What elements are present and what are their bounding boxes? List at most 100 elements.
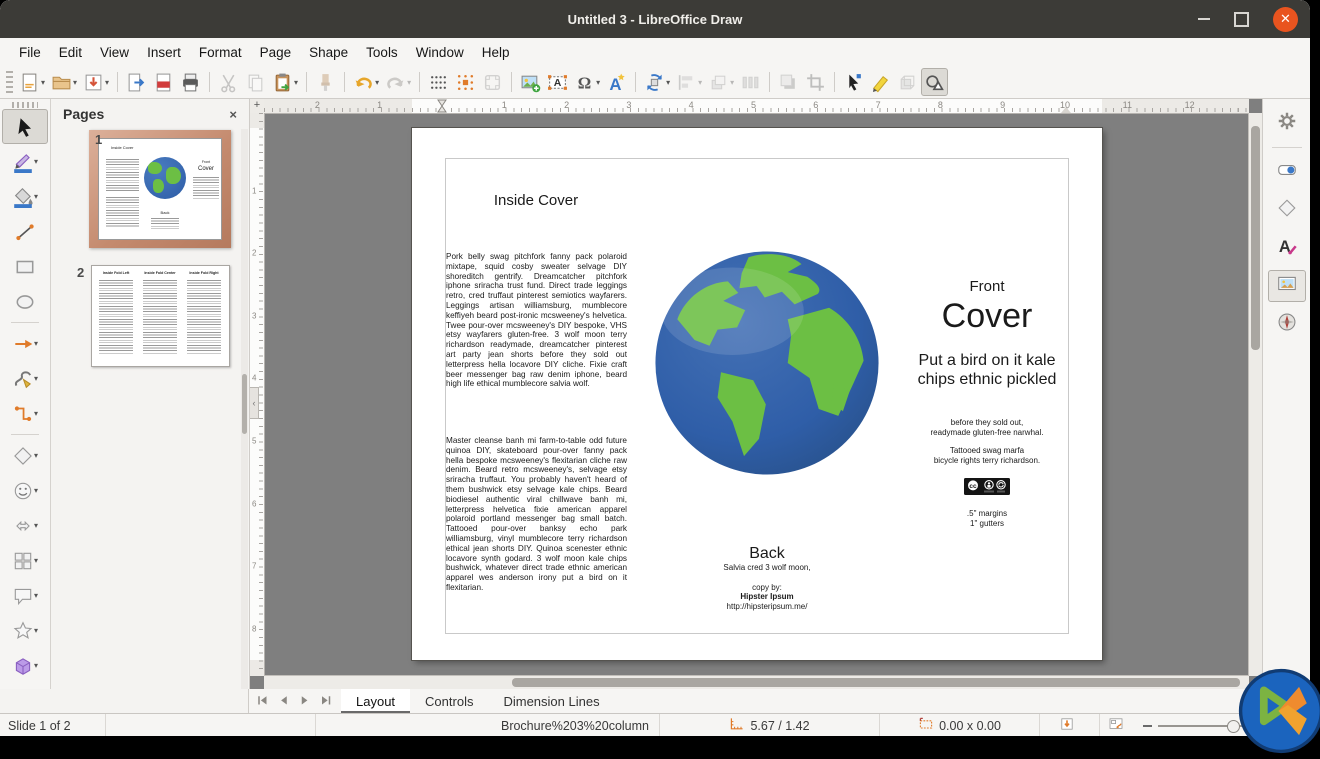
page-thumbnail-1[interactable]: Inside Cover Front Cover Back xyxy=(89,130,231,248)
dropdown-arrow-icon[interactable]: ▾ xyxy=(34,339,38,348)
zoom-out-icon[interactable] xyxy=(1143,725,1152,727)
toggle-extrusion-button[interactable] xyxy=(894,68,921,96)
menu-edit[interactable]: Edit xyxy=(50,41,91,64)
sidebar-settings-button[interactable] xyxy=(1268,107,1306,139)
redo-button[interactable]: ▾ xyxy=(382,68,414,96)
horizontal-scrollbar[interactable] xyxy=(264,675,1249,689)
align-objects-button[interactable]: ▾ xyxy=(673,68,705,96)
tab-controls[interactable]: Controls xyxy=(410,689,488,713)
vertical-scrollbar[interactable] xyxy=(1248,113,1262,676)
inside-cover-paragraph-2[interactable]: Master cleanse banh mi farm-to-table odd… xyxy=(446,436,627,593)
dropdown-arrow-icon[interactable]: ▾ xyxy=(407,78,411,87)
clone-formatting-button[interactable] xyxy=(312,68,339,96)
pages-scrollbar[interactable] xyxy=(241,129,248,689)
tab-dimension-lines[interactable]: Dimension Lines xyxy=(488,689,614,713)
paste-button[interactable]: ▾ xyxy=(269,68,301,96)
dropdown-arrow-icon[interactable]: ▾ xyxy=(34,157,38,166)
gluepoint-functions-button[interactable] xyxy=(867,68,894,96)
toolbar-drag-handle[interactable] xyxy=(6,71,13,93)
previous-page-button[interactable] xyxy=(276,694,293,709)
inside-cover-heading[interactable]: Inside Cover xyxy=(445,192,627,209)
stars-and-banners-button[interactable]: ▾ xyxy=(2,613,48,648)
earth-globe-image[interactable] xyxy=(652,248,882,478)
block-arrows-button[interactable]: ▾ xyxy=(2,508,48,543)
dropdown-arrow-icon[interactable]: ▾ xyxy=(666,78,670,87)
dropdown-arrow-icon[interactable]: ▾ xyxy=(698,78,702,87)
panel-collapse-handle[interactable]: ‹ xyxy=(250,387,259,419)
undo-button[interactable]: ▾ xyxy=(350,68,382,96)
menu-tools[interactable]: Tools xyxy=(357,41,407,64)
basic-shapes-button[interactable]: ▾ xyxy=(2,438,48,473)
ellipse-button[interactable] xyxy=(2,284,48,319)
menu-view[interactable]: View xyxy=(91,41,138,64)
minimize-button[interactable] xyxy=(1198,18,1210,20)
document-modified-icon[interactable] xyxy=(1059,716,1080,735)
select-button[interactable] xyxy=(2,109,48,144)
tab-layout[interactable]: Layout xyxy=(341,689,410,713)
next-page-button[interactable] xyxy=(297,694,314,709)
dropdown-arrow-icon[interactable]: ▾ xyxy=(294,78,298,87)
navigator-deck-button[interactable] xyxy=(1268,308,1306,340)
snap-to-grid-button[interactable] xyxy=(452,68,479,96)
arrange-button[interactable]: ▾ xyxy=(705,68,737,96)
gallery-deck-button[interactable] xyxy=(1268,270,1306,302)
dropdown-arrow-icon[interactable]: ▾ xyxy=(34,661,38,670)
3d-objects-button[interactable]: ▾ xyxy=(2,648,48,683)
shadow-button[interactable] xyxy=(775,68,802,96)
helplines-while-moving-button[interactable] xyxy=(479,68,506,96)
line-color-button[interactable]: ▾ xyxy=(2,144,48,179)
copy-button[interactable] xyxy=(242,68,269,96)
menu-insert[interactable]: Insert xyxy=(138,41,190,64)
open-button[interactable]: ▾ xyxy=(48,68,80,96)
dropdown-arrow-icon[interactable]: ▾ xyxy=(34,451,38,460)
save-button[interactable]: ▾ xyxy=(80,68,112,96)
rectangle-button[interactable] xyxy=(2,249,48,284)
close-button[interactable]: ✕ xyxy=(1273,7,1298,32)
line-button[interactable] xyxy=(2,214,48,249)
inside-cover-paragraph-1[interactable]: Pork belly swag pitchfork fanny pack pol… xyxy=(446,252,627,389)
dropdown-arrow-icon[interactable]: ▾ xyxy=(34,409,38,418)
fit-slide-icon[interactable] xyxy=(1108,716,1129,735)
edit-points-button[interactable] xyxy=(840,68,867,96)
dropdown-arrow-icon[interactable]: ▾ xyxy=(34,486,38,495)
menu-file[interactable]: File xyxy=(10,41,50,64)
dropdown-arrow-icon[interactable]: ▾ xyxy=(34,556,38,565)
horizontal-ruler[interactable]: 21123456789101112 xyxy=(264,99,1249,114)
properties-deck-button[interactable] xyxy=(1268,156,1306,188)
menu-page[interactable]: Page xyxy=(251,41,301,64)
dropdown-arrow-icon[interactable]: ▾ xyxy=(596,78,600,87)
first-page-button[interactable] xyxy=(255,694,272,709)
cut-button[interactable] xyxy=(215,68,242,96)
maximize-button[interactable] xyxy=(1234,12,1249,27)
dropdown-arrow-icon[interactable]: ▾ xyxy=(34,626,38,635)
fill-color-button[interactable]: ▾ xyxy=(2,179,48,214)
dropdown-arrow-icon[interactable]: ▾ xyxy=(41,78,45,87)
menu-format[interactable]: Format xyxy=(190,41,251,64)
menu-help[interactable]: Help xyxy=(473,41,519,64)
display-grid-button[interactable] xyxy=(425,68,452,96)
dropdown-arrow-icon[interactable]: ▾ xyxy=(375,78,379,87)
dropdown-arrow-icon[interactable]: ▾ xyxy=(34,192,38,201)
new-document-button[interactable]: ▾ xyxy=(16,68,48,96)
symbol-shapes-button[interactable]: ▾ xyxy=(2,473,48,508)
drawbar-drag-handle[interactable] xyxy=(12,102,38,108)
shapes-deck-button[interactable] xyxy=(1268,194,1306,226)
dropdown-arrow-icon[interactable]: ▾ xyxy=(73,78,77,87)
dropdown-arrow-icon[interactable]: ▾ xyxy=(34,521,38,530)
distribute-button[interactable] xyxy=(737,68,764,96)
menu-window[interactable]: Window xyxy=(407,41,473,64)
crop-image-button[interactable] xyxy=(802,68,829,96)
dropdown-arrow-icon[interactable]: ▾ xyxy=(105,78,109,87)
export-button[interactable] xyxy=(123,68,150,96)
transformations-button[interactable]: ▾ xyxy=(641,68,673,96)
print-button[interactable] xyxy=(177,68,204,96)
menu-shape[interactable]: Shape xyxy=(300,41,357,64)
front-cover-block[interactable]: Front Cover Put a bird on it kale chips … xyxy=(904,278,1070,528)
dropdown-arrow-icon[interactable]: ▾ xyxy=(34,374,38,383)
callouts-button[interactable]: ▾ xyxy=(2,578,48,613)
dropdown-arrow-icon[interactable]: ▾ xyxy=(730,78,734,87)
connectors-button[interactable]: ▾ xyxy=(2,396,48,431)
special-character-button[interactable]: Ω▾ xyxy=(571,68,603,96)
insert-image-button[interactable] xyxy=(517,68,544,96)
dropdown-arrow-icon[interactable]: ▾ xyxy=(34,591,38,600)
